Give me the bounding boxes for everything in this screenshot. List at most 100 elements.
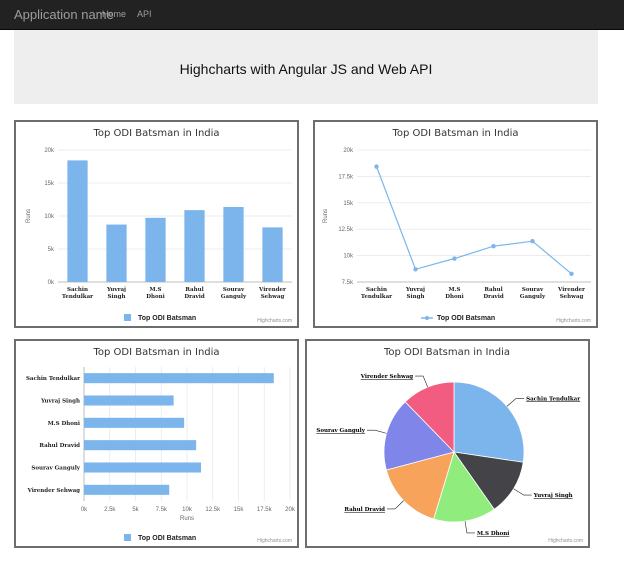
x-tick-label: Dravid [483,294,504,300]
legend-label: Top ODI Batsman [138,315,196,322]
y-tick-label: Rahul Dravid [39,443,80,449]
y-tick-label: 12.5k [338,227,354,233]
chart-title: Top ODI Batsman in India [391,128,518,139]
x-tick-label: 5k [132,507,139,513]
pie-label: Yuvraj Singh [533,493,573,499]
pie-connector [415,375,428,388]
pie-chart-panel: Top ODI Batsman in India Sachin Tendulkar… [305,339,590,548]
bar [84,440,197,451]
column-chart-panel: 0k 5k 10k 15k 20k Runs Sachin Tendulkar Yuvraj Si… [14,120,299,328]
x-tick-label: 17.5k [257,507,273,513]
bar [84,373,274,384]
x-tick-label: Yuvraj [106,287,126,293]
pie-connector [387,500,404,510]
legend-marker [425,316,429,320]
x-tick-label: Sehwag [261,294,285,300]
x-tick-label: Virender [258,287,286,293]
legend-label: Top ODI Batsman [437,315,495,322]
x-tick-label: Sehwag [560,294,584,300]
bar [184,210,205,282]
chart-credit: Highcharts.com [556,318,591,324]
x-axis-title: Runs [180,516,194,522]
y-tick-label: 10k [343,254,354,260]
y-tick-label: M.S Dhoni [48,421,80,427]
y-tick-label: 7.5k [342,280,354,286]
pie-connector [506,398,525,407]
x-tick-label: Singh [108,294,126,300]
x-tick-label: 12.5k [205,507,221,513]
navbar: Application name Home API [0,0,624,30]
x-tick-label: Sachin [67,287,88,293]
x-tick-label: 20k [285,507,296,513]
x-tick-label: M.S [449,287,461,293]
x-tick-label: 0k [81,507,88,513]
y-tick-label: 15k [44,181,55,187]
legend-swatch [124,314,131,321]
brand-link[interactable]: Application name [14,7,114,22]
y-tick-label: Virender Sehwag [27,488,81,494]
line-chart-panel: 7.5k 10k 12.5k 15k 17.5k 20k Runs Sachin Tendulk… [313,120,598,328]
line-chart: 7.5k 10k 12.5k 15k 17.5k 20k Runs SachinTendulk… [323,128,591,324]
x-tick-label: 10k [182,507,193,513]
pie-label: Virender Sehwag [360,374,414,380]
data-point [374,164,379,169]
y-tick-label: 5k [48,247,55,253]
y-axis-title: Runs [26,209,32,223]
x-tick-label: Yuvraj [405,287,425,293]
bar [145,217,166,282]
pie-label: M.S Dhoni [477,531,509,537]
y-tick-label: 20k [44,148,55,154]
bar [84,484,170,495]
data-point [491,244,496,249]
bar [84,462,202,473]
x-tick-label: Ganguly [520,294,546,300]
y-tick-label: 20k [343,148,354,154]
chart-credit: Highcharts.com [257,538,292,544]
pie-label: Rahul Dravid [344,507,385,513]
data-point [452,256,457,261]
x-tick-label: Sachin [366,287,387,293]
bar [84,395,174,406]
bar [84,417,185,428]
legend-label: Top ODI Batsman [138,535,196,542]
x-tick-label: Virender [557,287,585,293]
x-tick-label: Tendulkar [62,294,93,300]
x-tick-label: Rahul [484,287,502,293]
x-tick-label: Sourav [522,287,544,293]
bar [106,224,127,282]
bar [67,160,88,282]
y-tick-label: Yuvraj Singh [40,399,80,405]
y-tick-label: 0k [48,280,55,286]
pie-label: Sachin Tendulkar [526,396,580,402]
pie-chart: Top ODI Batsman in India Sachin Tendulkar… [316,347,583,544]
x-tick-label: 2.5k [104,507,116,513]
x-tick-label: Tendulkar [361,294,392,300]
x-tick-label: Dhoni [146,294,165,300]
y-tick-label: 15k [343,201,354,207]
horizontal-bar-chart-panel: 0k 2.5k 5k 7.5k 10k 12.5k 15k 17.5k 20k Runs Sachi… [14,339,299,548]
y-tick-label: 10k [44,214,55,220]
page-title: Highcharts with Angular JS and Web API [179,61,433,77]
x-tick-label: Ganguly [221,294,247,300]
jumbotron: Highcharts with Angular JS and Web API [14,30,598,104]
pie-connector [366,429,387,434]
x-tick-label: Rahul [185,287,203,293]
x-tick-label: Singh [407,294,425,300]
chart-title: Top ODI Batsman in India [92,128,219,139]
nav-link-api[interactable]: API [137,9,152,19]
chart-credit: Highcharts.com [548,538,583,544]
pie-slice [453,381,525,463]
chart-title: Top ODI Batsman in India [383,347,510,358]
nav-link-home[interactable]: Home [102,9,126,19]
y-tick-label: 17.5k [338,174,354,180]
x-tick-label: Dravid [184,294,205,300]
pie-connector [464,521,475,534]
y-tick-label: Sourav Ganguly [31,466,80,472]
bar [223,207,244,282]
data-point [413,267,418,272]
data-point [569,271,574,277]
y-tick-label: Sachin Tendulkar [26,376,80,382]
x-tick-label: Dhoni [445,294,464,300]
x-tick-label: 15k [234,507,245,513]
column-chart: 0k 5k 10k 15k 20k Runs SachinTendulkar YuvrajSi… [26,128,292,324]
